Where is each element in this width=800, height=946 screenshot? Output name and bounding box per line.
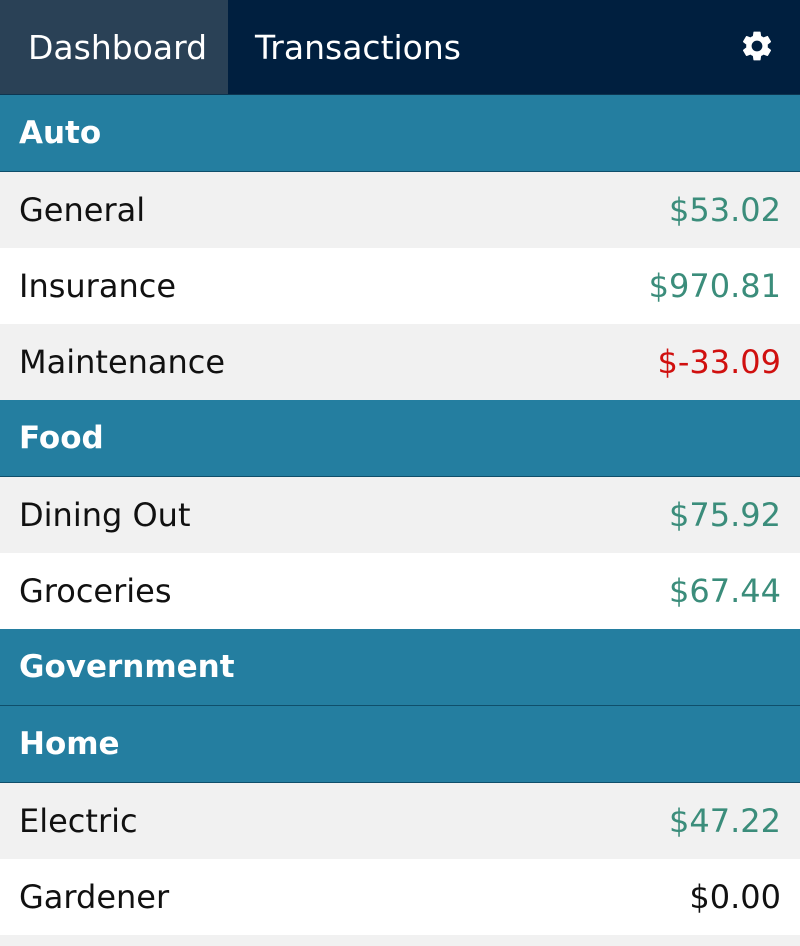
category-name: Dining Out bbox=[19, 496, 191, 534]
group-header-home[interactable]: Home bbox=[0, 706, 800, 783]
top-nav: Dashboard Transactions bbox=[0, 0, 800, 95]
gear-icon[interactable] bbox=[739, 28, 775, 64]
category-name: Maintenance bbox=[19, 343, 226, 381]
tab-transactions[interactable]: Transactions bbox=[228, 0, 489, 94]
category-amount: $-33.09 bbox=[657, 343, 781, 381]
tab-dashboard[interactable]: Dashboard bbox=[0, 0, 228, 94]
group-header-food[interactable]: Food bbox=[0, 400, 800, 477]
category-amount: $0.00 bbox=[689, 878, 781, 916]
category-name: Gardener bbox=[19, 878, 170, 916]
category-row-gardener[interactable]: Gardener $0.00 bbox=[0, 859, 800, 935]
category-amount: $53.02 bbox=[669, 191, 781, 229]
category-amount: $970.81 bbox=[648, 267, 781, 305]
category-row-general[interactable]: General $53.02 bbox=[0, 172, 800, 248]
group-header-government[interactable]: Government bbox=[0, 629, 800, 706]
group-header-auto[interactable]: Auto bbox=[0, 95, 800, 172]
category-amount: $75.92 bbox=[669, 496, 781, 534]
category-name: General bbox=[19, 191, 146, 229]
category-amount: $67.44 bbox=[669, 572, 781, 610]
category-row-groceries[interactable]: Groceries $67.44 bbox=[0, 553, 800, 629]
category-list: Auto General $53.02 Insurance $970.81 Ma… bbox=[0, 95, 800, 935]
category-row-maintenance[interactable]: Maintenance $-33.09 bbox=[0, 324, 800, 400]
category-row-insurance[interactable]: Insurance $970.81 bbox=[0, 248, 800, 324]
category-name: Electric bbox=[19, 802, 138, 840]
category-row-dining-out[interactable]: Dining Out $75.92 bbox=[0, 477, 800, 553]
category-name: Insurance bbox=[19, 267, 176, 305]
category-amount: $47.22 bbox=[669, 802, 781, 840]
category-row-electric[interactable]: Electric $47.22 bbox=[0, 783, 800, 859]
category-name: Groceries bbox=[19, 572, 172, 610]
